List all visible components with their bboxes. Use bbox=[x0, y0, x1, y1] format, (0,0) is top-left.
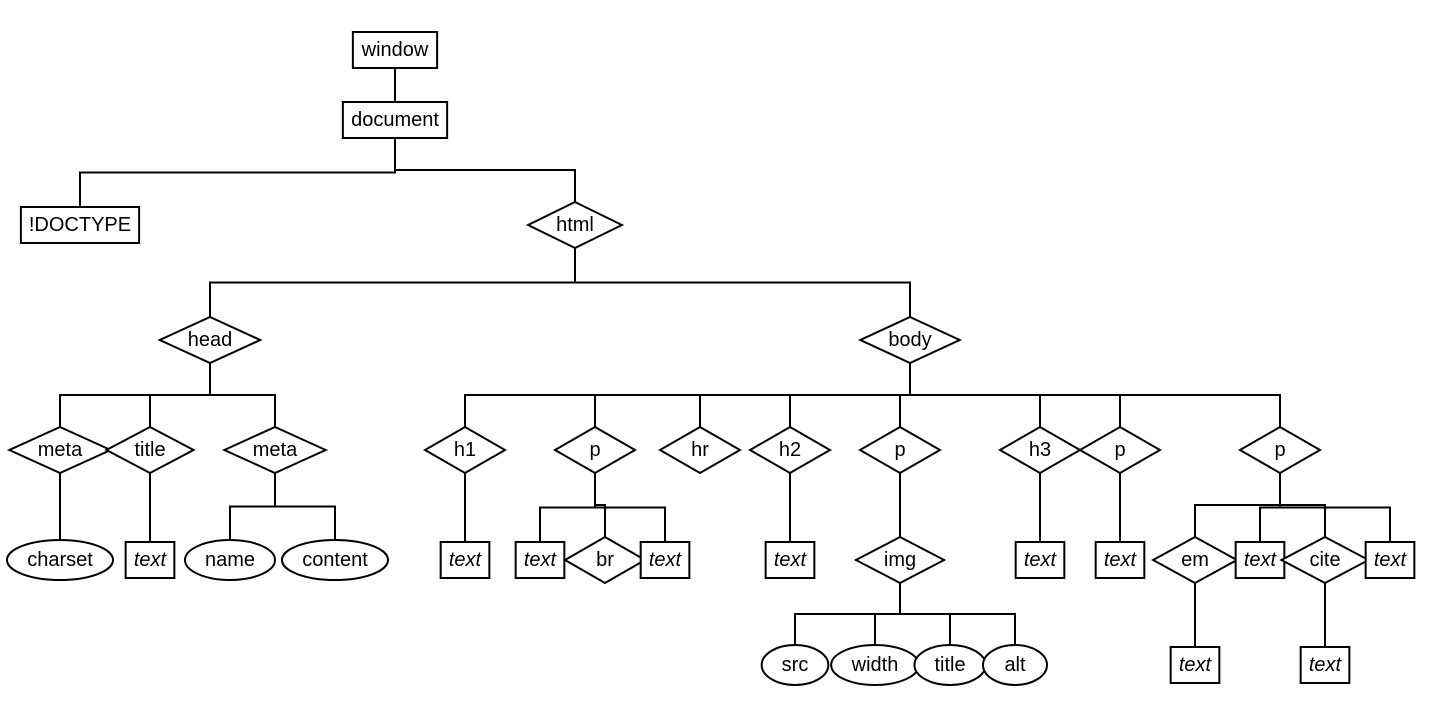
node-window: window bbox=[353, 32, 437, 68]
node-h3: h3 bbox=[1000, 427, 1080, 473]
node-label: text bbox=[1024, 549, 1058, 571]
edge bbox=[575, 248, 910, 317]
node-alt: alt bbox=[983, 645, 1047, 685]
node-head: head bbox=[160, 317, 261, 363]
edge bbox=[1280, 473, 1325, 537]
edge bbox=[910, 363, 1280, 427]
edge bbox=[900, 363, 910, 427]
node-label: text bbox=[774, 549, 808, 571]
node-label: h1 bbox=[454, 439, 476, 461]
node-titletext: text bbox=[126, 542, 175, 578]
node-h3text: text bbox=[1016, 542, 1065, 578]
edge bbox=[150, 363, 210, 427]
node-p1: p bbox=[555, 427, 635, 473]
node-label: cite bbox=[1309, 549, 1340, 571]
node-src: src bbox=[762, 645, 829, 685]
node-label: em bbox=[1181, 549, 1209, 571]
node-label: content bbox=[302, 549, 368, 571]
node-label: meta bbox=[38, 439, 83, 461]
nodes: window document !DOCTYPE html head body meta ti… bbox=[7, 32, 1414, 685]
node-label: p bbox=[894, 439, 905, 461]
node-label: text bbox=[1244, 549, 1278, 571]
dom-tree-diagram: window document !DOCTYPE html head body meta ti… bbox=[0, 0, 1436, 711]
node-imgtitle: title bbox=[914, 645, 985, 685]
node-label: text bbox=[1374, 549, 1408, 571]
node-emtext: text bbox=[1171, 647, 1220, 683]
node-p3: p bbox=[1080, 427, 1160, 473]
node-label: p bbox=[1114, 439, 1125, 461]
node-label: width bbox=[851, 654, 899, 676]
node-label: body bbox=[888, 329, 931, 351]
node-html: html bbox=[528, 202, 622, 248]
node-label: !DOCTYPE bbox=[29, 214, 131, 236]
node-h2: h2 bbox=[750, 427, 830, 473]
node-h2text: text bbox=[766, 542, 815, 578]
node-img: img bbox=[856, 537, 944, 583]
node-label: html bbox=[556, 214, 594, 236]
node-doctype: !DOCTYPE bbox=[21, 207, 139, 243]
node-label: name bbox=[205, 549, 255, 571]
node-label: br bbox=[596, 549, 614, 571]
node-label: window bbox=[361, 39, 429, 61]
node-label: hr bbox=[691, 439, 709, 461]
edge bbox=[790, 363, 910, 427]
node-charset: charset bbox=[7, 540, 113, 580]
node-label: text bbox=[1179, 654, 1213, 676]
node-content: content bbox=[282, 540, 388, 580]
node-label: charset bbox=[27, 549, 93, 571]
node-p3text: text bbox=[1096, 542, 1145, 578]
node-width: width bbox=[831, 645, 919, 685]
edge bbox=[80, 138, 395, 207]
node-body: body bbox=[860, 317, 959, 363]
node-label: text bbox=[1104, 549, 1138, 571]
node-title: title bbox=[106, 427, 193, 473]
node-name: name bbox=[185, 540, 275, 580]
node-p4textA: text bbox=[1236, 542, 1285, 578]
node-meta2: meta bbox=[224, 427, 325, 473]
edge bbox=[1280, 473, 1390, 542]
edge bbox=[595, 473, 605, 537]
node-p4textB: text bbox=[1366, 542, 1415, 578]
edge bbox=[230, 473, 275, 540]
node-h1: h1 bbox=[425, 427, 505, 473]
edge bbox=[275, 473, 335, 540]
edge bbox=[210, 363, 275, 427]
node-citetext: text bbox=[1301, 647, 1350, 683]
node-label: document bbox=[351, 109, 439, 131]
node-label: text bbox=[449, 549, 483, 571]
node-label: alt bbox=[1004, 654, 1026, 676]
node-document: document bbox=[343, 102, 447, 138]
node-label: img bbox=[884, 549, 916, 571]
node-label: text bbox=[524, 549, 558, 571]
edge bbox=[540, 473, 595, 542]
node-meta1: meta bbox=[9, 427, 110, 473]
node-p4: p bbox=[1240, 427, 1320, 473]
node-label: title bbox=[134, 439, 165, 461]
edge bbox=[210, 248, 575, 317]
edge bbox=[875, 583, 900, 645]
node-h1text: text bbox=[441, 542, 490, 578]
node-label: head bbox=[188, 329, 233, 351]
node-em: em bbox=[1153, 537, 1237, 583]
node-label: title bbox=[934, 654, 965, 676]
node-label: h3 bbox=[1029, 439, 1051, 461]
node-cite: cite bbox=[1281, 537, 1368, 583]
node-label: p bbox=[589, 439, 600, 461]
node-p2: p bbox=[860, 427, 940, 473]
node-label: text bbox=[1309, 654, 1343, 676]
node-label: h2 bbox=[779, 439, 801, 461]
node-hr: hr bbox=[660, 427, 740, 473]
node-br: br bbox=[565, 537, 645, 583]
node-p1textB: text bbox=[641, 542, 690, 578]
node-label: p bbox=[1274, 439, 1285, 461]
edge bbox=[1260, 473, 1280, 542]
node-label: text bbox=[649, 549, 683, 571]
node-label: text bbox=[134, 549, 168, 571]
node-label: meta bbox=[253, 439, 298, 461]
node-p1textA: text bbox=[516, 542, 565, 578]
node-label: src bbox=[782, 654, 809, 676]
edge bbox=[1195, 473, 1280, 537]
edge bbox=[395, 138, 575, 202]
edge bbox=[900, 583, 1015, 645]
